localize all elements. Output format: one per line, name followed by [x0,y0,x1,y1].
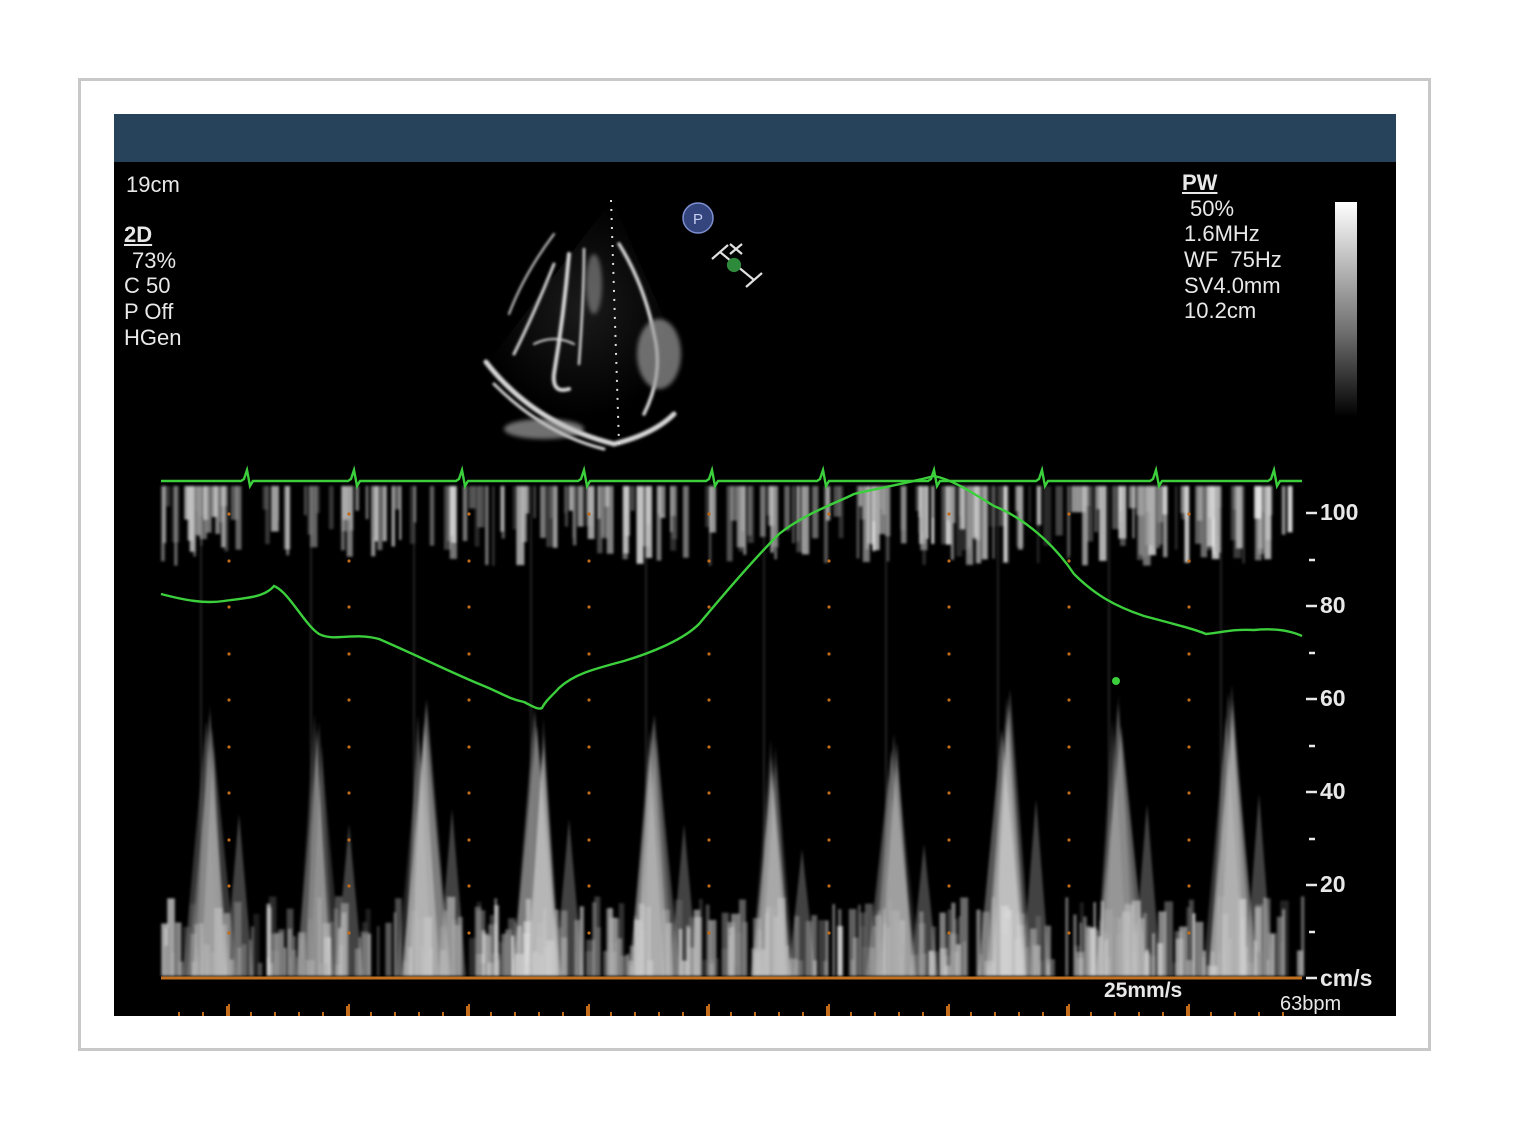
ultrasound-screen: 19cm 2D 73% C 50 P Off HGen PW 50% 1.6MH… [114,114,1396,1016]
grid-dots [227,512,1191,935]
probe-marker-text: P [693,211,703,228]
header-bar [114,114,1396,162]
doppler-spectrum [161,486,1305,976]
velocity-scale-ticks [1306,511,1317,980]
measurement-marker [1112,677,1120,685]
grayscale-bar [1335,202,1357,417]
sample-gate-icon [711,243,763,288]
time-ticks [178,1004,1284,1016]
ecg-trace [161,465,1302,490]
echo-2d-image [479,199,684,451]
ultrasound-graphics: P [160,199,1357,1016]
